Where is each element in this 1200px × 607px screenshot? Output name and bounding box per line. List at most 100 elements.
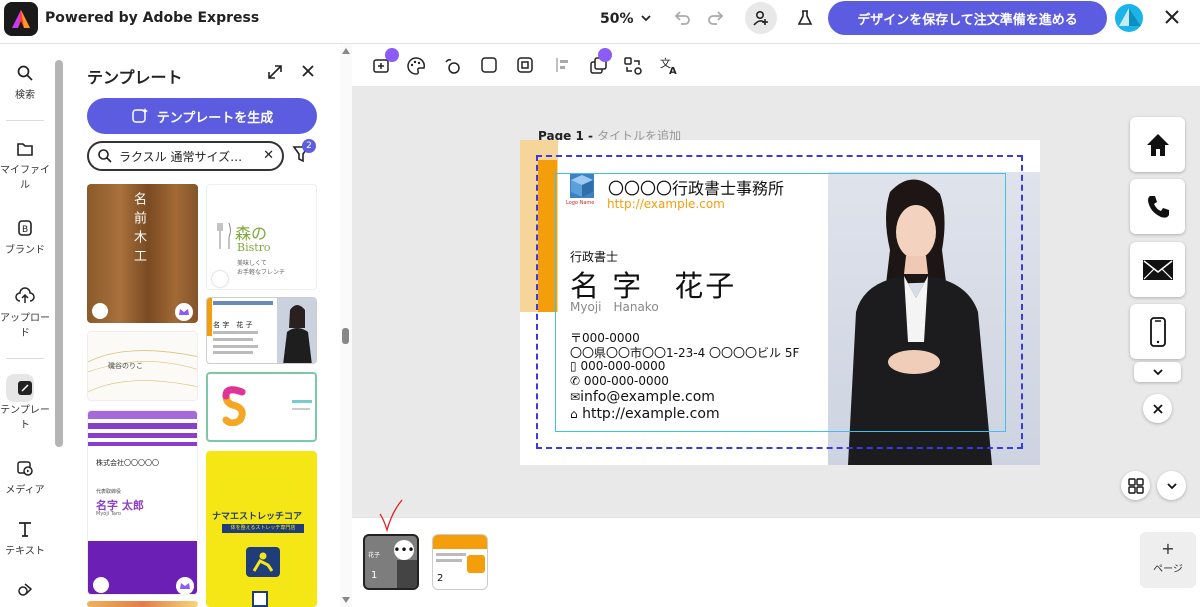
template-desc: 美味しくて <box>237 260 267 267</box>
template-search-input[interactable]: ラクスル 通常サイズ… ✕ <box>87 141 284 171</box>
template-card-gyosei[interactable]: 名 字 花 子 <box>206 297 317 364</box>
svg-text:B: B <box>22 225 28 235</box>
mobile-button[interactable] <box>1130 304 1185 359</box>
template-text: 代表取締役 <box>96 489 122 495</box>
rail-item-elements[interactable] <box>0 581 50 603</box>
add-user-icon <box>753 10 768 26</box>
template-text: 体を整えるストレッチ専門店 <box>222 524 304 533</box>
shape-square-icon[interactable] <box>480 56 498 78</box>
more-options-icon[interactable]: ••• <box>393 540 415 560</box>
filter-count-badge: 2 <box>302 139 316 153</box>
shapes-icon <box>18 583 33 596</box>
page-thumbnail-2[interactable]: 2 <box>432 534 488 590</box>
rail-label: テンプレート <box>0 405 50 431</box>
left-rail: 検索 マイファイル B ブランド アップロード テンプレート メディア テキスト <box>0 44 50 607</box>
rail-item-my-files[interactable]: マイファイル <box>0 141 50 191</box>
brand-title: Powered by Adobe Express <box>45 10 260 26</box>
phone-button[interactable] <box>1130 179 1185 234</box>
chevron-down-icon <box>1166 482 1177 489</box>
search-icon <box>98 149 112 163</box>
rail-label: ブランド <box>5 245 45 256</box>
templates-icon <box>18 381 32 395</box>
search-icon <box>17 65 33 81</box>
palette-icon[interactable] <box>406 56 426 80</box>
expand-icon[interactable] <box>266 63 284 85</box>
template-card-wood[interactable]: 名前木工 <box>87 184 198 323</box>
close-icon[interactable] <box>300 63 316 83</box>
home-icon <box>1146 133 1169 156</box>
fork-knife-icon <box>217 222 231 249</box>
chevron-down-icon <box>1152 369 1163 376</box>
phone-icon <box>1147 195 1169 218</box>
grid-icon <box>1127 477 1144 494</box>
template-text: ナマエストレッチコア <box>212 512 303 522</box>
add-page-button[interactable]: + ページ <box>1140 532 1196 588</box>
template-text: Myoji Taro <box>96 511 121 517</box>
collapse-pages-button[interactable] <box>1157 471 1186 500</box>
rail-scrollbar[interactable] <box>55 60 63 447</box>
zoom-level[interactable]: 50% <box>600 11 634 27</box>
undo-icon[interactable] <box>672 8 692 32</box>
chevron-down-icon[interactable] <box>640 10 652 30</box>
cloud-upload-icon <box>15 287 35 303</box>
context-toolbar: 文A <box>352 44 1200 87</box>
brand-icon: B <box>18 220 32 236</box>
template-card-partial[interactable] <box>87 601 198 607</box>
panel-title: テンプレート <box>87 68 183 87</box>
rail-label: テキスト <box>5 546 45 557</box>
rail-item-media[interactable]: メディア <box>0 459 50 496</box>
rail-label: メディア <box>5 485 45 496</box>
qr-code-icon <box>252 591 268 607</box>
animation-icon[interactable] <box>442 56 462 80</box>
rail-label: アップロード <box>0 313 50 339</box>
template-text: 名 字 花 子 <box>213 321 253 329</box>
rail-item-upload[interactable]: アップロード <box>0 287 50 339</box>
panel-scroll-thumb[interactable] <box>342 328 349 344</box>
panel-scrollbar[interactable] <box>340 44 352 607</box>
template-sub: Bistro <box>237 241 271 254</box>
media-icon <box>17 461 33 476</box>
generate-label: テンプレートを生成 <box>156 110 274 126</box>
close-icon[interactable] <box>1163 8 1181 30</box>
beaker-icon[interactable] <box>795 8 815 32</box>
avatar[interactable] <box>1115 4 1143 32</box>
plus-icon: + <box>1161 539 1175 558</box>
template-text: 株式会社〇〇〇〇〇 <box>96 459 159 467</box>
rail-item-brand[interactable]: B ブランド <box>0 219 50 256</box>
template-card-bistro[interactable]: 森の Bistro 美味しくて お手軽なフレンチ <box>206 184 317 290</box>
crop-icon[interactable] <box>516 56 534 78</box>
redo-icon[interactable] <box>706 8 726 32</box>
page-number: 1 <box>371 570 378 581</box>
page-thumbnail-1[interactable]: 花子 ••• 1 <box>363 534 419 590</box>
replace-icon[interactable] <box>623 56 643 80</box>
rail-label: マイファイル <box>0 165 50 191</box>
template-card-gold[interactable]: 磯谷のりこ <box>87 331 198 401</box>
premium-crown-icon <box>385 48 399 62</box>
rail-item-search[interactable]: 検索 <box>0 64 50 101</box>
rail-item-templates[interactable]: テンプレート <box>0 379 50 431</box>
adobe-express-logo[interactable] <box>4 2 38 36</box>
home-button[interactable] <box>1130 117 1185 172</box>
clear-search-icon[interactable]: ✕ <box>263 148 274 163</box>
save-and-order-button[interactable]: デザインを保存して注文準備を進める <box>828 1 1107 35</box>
template-card-purple[interactable]: 株式会社〇〇〇〇〇 代表取締役 名字 太郎 Myoji Taro <box>87 410 198 595</box>
template-text: 磯谷のりこ <box>108 362 143 370</box>
align-icon[interactable] <box>554 56 572 78</box>
generate-template-button[interactable]: テンプレートを生成 <box>87 98 317 134</box>
top-bar: Powered by Adobe Express 50% デザインを保存して注文… <box>0 0 1200 44</box>
rail-item-text[interactable]: テキスト <box>0 520 50 557</box>
template-desc: お手軽なフレンチ <box>237 269 286 276</box>
show-more-button[interactable] <box>1134 362 1181 382</box>
grid-view-button[interactable] <box>1121 471 1150 500</box>
stretch-figure-icon <box>246 547 280 577</box>
mail-button[interactable] <box>1130 242 1185 297</box>
safe-area-guide <box>555 173 1006 432</box>
translate-icon[interactable]: 文A <box>659 56 679 80</box>
thumb-text: 花子 <box>368 552 381 559</box>
template-card-stretch[interactable]: ナマエストレッチコア 体を整えるストレッチ専門店 <box>206 451 317 607</box>
template-card-s-logo[interactable] <box>206 372 317 442</box>
close-floating-button[interactable] <box>1143 394 1172 423</box>
add-page-label: ページ <box>1153 564 1183 575</box>
share-user-button[interactable] <box>745 2 777 34</box>
page-strip: 花子 ••• 1 2 + ページ <box>352 499 1200 607</box>
